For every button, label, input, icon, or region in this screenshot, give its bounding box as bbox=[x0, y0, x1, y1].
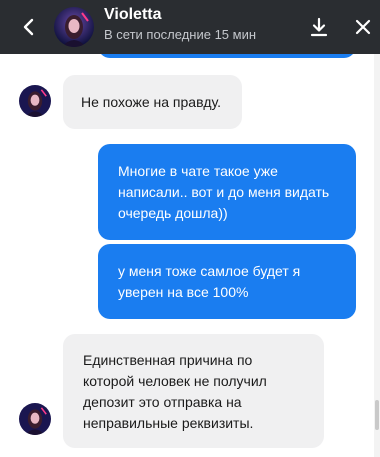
back-button[interactable] bbox=[14, 0, 44, 54]
close-icon bbox=[355, 19, 371, 35]
chevron-left-icon bbox=[23, 18, 34, 36]
download-button[interactable] bbox=[302, 0, 336, 54]
sender-avatar[interactable] bbox=[19, 85, 51, 117]
contact-name: Violetta bbox=[104, 6, 162, 23]
sender-avatar[interactable] bbox=[19, 403, 51, 435]
message-list[interactable]: Не похоже на правду. Многие в чате такое… bbox=[0, 54, 380, 457]
chat-header: Violetta В сети последние 15 мин bbox=[0, 0, 380, 54]
contact-status: В сети последние 15 мин bbox=[104, 27, 257, 42]
close-button[interactable] bbox=[346, 0, 380, 54]
message-outgoing[interactable]: Многие в чате такое уже написали.. вот и… bbox=[98, 144, 356, 240]
message-outgoing[interactable]: у меня тоже самлое будет я уверен на все… bbox=[98, 244, 356, 319]
message-outgoing[interactable] bbox=[98, 54, 356, 58]
scrollbar-thumb[interactable] bbox=[375, 400, 379, 430]
download-icon bbox=[310, 17, 328, 37]
message-incoming[interactable]: Не похоже на правду. bbox=[63, 75, 242, 129]
message-incoming[interactable]: Единственная причина по которой человек … bbox=[63, 334, 324, 448]
contact-avatar[interactable] bbox=[54, 7, 94, 47]
scrollbar-track[interactable] bbox=[374, 54, 380, 457]
